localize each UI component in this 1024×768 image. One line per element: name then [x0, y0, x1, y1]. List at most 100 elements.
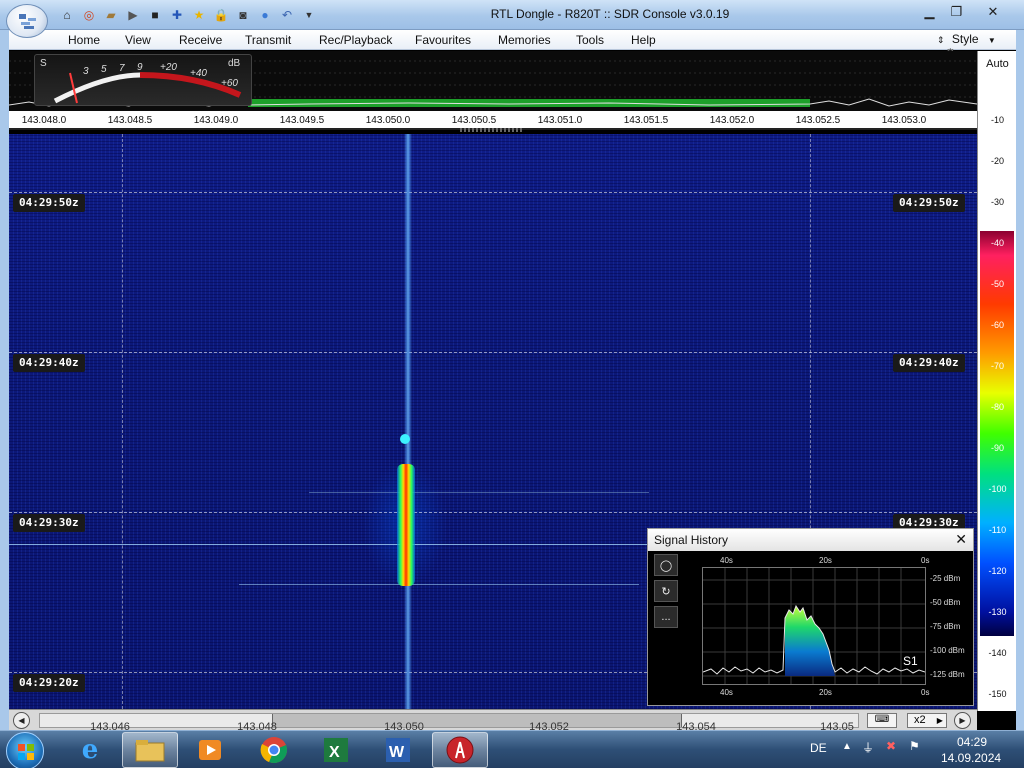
- menu-transmit[interactable]: Transmit: [245, 33, 291, 47]
- freq-tick: 143.050.0: [365, 115, 411, 126]
- minimize-button[interactable]: ▁: [916, 2, 943, 22]
- taskbar-chrome[interactable]: [246, 732, 302, 768]
- time-label-left: 04:29:20z: [13, 674, 85, 692]
- network-disconnected-icon[interactable]: ✖: [886, 739, 896, 753]
- menu-home[interactable]: Home: [68, 33, 100, 47]
- play-icon[interactable]: ▶: [124, 6, 142, 24]
- star-icon[interactable]: ★: [190, 6, 208, 24]
- splitter-grip[interactable]: [460, 128, 524, 132]
- undo-icon[interactable]: ↶: [278, 6, 296, 24]
- refresh-icon: ↻: [661, 585, 671, 598]
- time-label-left: 04:29:50z: [13, 194, 85, 212]
- lock-icon[interactable]: 🔒: [212, 6, 230, 24]
- svg-text:W: W: [389, 744, 405, 761]
- carrier-trace: [404, 134, 412, 709]
- menu-rec-playback[interactable]: Rec/Playback: [319, 33, 392, 47]
- signal-history-panel: Signal History ✕ ◯ ↻ ... 40s 20s 0s S1 -…: [647, 528, 974, 706]
- level-label: -75 dBm: [930, 622, 961, 631]
- tray-date[interactable]: 14.09.2024: [941, 751, 1001, 765]
- action-center-icon[interactable]: ⚑: [909, 739, 920, 753]
- signal-history-more-button[interactable]: ...: [654, 606, 678, 628]
- menu-memories[interactable]: Memories: [498, 33, 551, 47]
- db-label: -140: [988, 648, 1007, 658]
- close-icon[interactable]: ✕: [955, 531, 967, 548]
- signal-history-title: Signal History: [654, 533, 729, 547]
- sdr-console-window: ⌂ ◎ ▰ ▶ ■ ✚ ★ 🔒 ◙ ● ↶ ▼ RTL Dongle - R82…: [0, 0, 1024, 768]
- time-label-bottom: 40s: [720, 688, 733, 697]
- db-label: -150: [988, 689, 1007, 699]
- signal-history-graph: [702, 568, 926, 684]
- db-label: -30: [990, 197, 1004, 207]
- s-unit-label: S1: [903, 654, 918, 668]
- dropdown-arrow-icon: ▼: [987, 36, 996, 45]
- menu-help[interactable]: Help: [631, 33, 656, 47]
- menu-tools[interactable]: Tools: [576, 33, 604, 47]
- db-label: -90: [990, 443, 1004, 453]
- scroll-right-button[interactable]: ▶: [954, 712, 971, 729]
- freq-tick: 143.053.0: [881, 115, 927, 126]
- zoom-next-icon[interactable]: ▶: [937, 716, 943, 725]
- auto-scale-button[interactable]: Auto: [978, 58, 1017, 70]
- taskbar-excel[interactable]: X: [308, 732, 364, 768]
- db-label: -60: [990, 320, 1004, 330]
- freq-tick: 143.049.0: [193, 115, 239, 126]
- db-label: -50: [990, 279, 1004, 289]
- waterfall-gridline: [122, 134, 123, 709]
- s-meter-s-label: S: [40, 58, 47, 69]
- internet-explorer-icon: e: [81, 735, 99, 765]
- menu-view[interactable]: View: [125, 33, 151, 47]
- db-tick-40: +40: [190, 68, 207, 79]
- signal-history-plot: S1: [702, 567, 926, 685]
- maximize-button[interactable]: ❐: [943, 2, 970, 22]
- camera-icon[interactable]: ◙: [234, 6, 252, 24]
- media-player-icon: [199, 740, 221, 760]
- app-menu-icon: [19, 14, 36, 29]
- app-menu-button[interactable]: [6, 4, 48, 38]
- zoom-selector[interactable]: x2 ▶: [907, 713, 947, 728]
- taskbar-media-player[interactable]: [182, 732, 238, 768]
- usb-icon[interactable]: ⏚: [862, 739, 874, 756]
- scrollbar-thumb[interactable]: [272, 714, 682, 727]
- db-scale[interactable]: Auto -10 -20 -30 -40 -50 -60 -70 -80 -90…: [977, 51, 1016, 711]
- home-icon[interactable]: ⌂: [58, 6, 76, 24]
- signal-burst: [397, 464, 415, 586]
- s-meter-unit: dB: [228, 58, 241, 69]
- start-button[interactable]: [6, 732, 44, 768]
- taskbar-sdr-console[interactable]: [432, 732, 488, 768]
- s-meter: S 3 5 7 9 +20 +40 +60 dB: [34, 54, 252, 106]
- spectrum-display[interactable]: S 3 5 7 9 +20 +40 +60 dB: [9, 51, 977, 111]
- keyboard-button[interactable]: ⌨: [867, 713, 897, 728]
- menu-favourites[interactable]: Favourites: [415, 33, 471, 47]
- add-icon[interactable]: ✚: [168, 6, 186, 24]
- close-button[interactable]: ✕: [970, 2, 1016, 22]
- folder-icon[interactable]: ▰: [102, 6, 120, 24]
- chrome-icon: [260, 737, 287, 763]
- signal-history-record-button[interactable]: ◯: [654, 554, 678, 576]
- freq-tick: 143.049.5: [279, 115, 325, 126]
- svg-text:X: X: [329, 744, 340, 761]
- time-label-top: 40s: [720, 556, 733, 565]
- taskbar-internet-explorer[interactable]: e: [62, 732, 118, 768]
- dropdown-icon[interactable]: ▼: [300, 6, 318, 24]
- frequency-scrollbar[interactable]: 143.046 143.048 143.050 143.052 143.054 …: [39, 713, 859, 733]
- waterfall-gridline: [9, 192, 977, 193]
- stop-icon[interactable]: ■: [146, 6, 164, 24]
- language-indicator[interactable]: DE: [810, 741, 827, 755]
- signal-history-reset-button[interactable]: ↻: [654, 580, 678, 602]
- menu-receive[interactable]: Receive: [179, 33, 222, 47]
- lifebuoy-icon[interactable]: ◎: [80, 6, 98, 24]
- updown-icon: ⇕: [937, 35, 945, 45]
- tray-expand-icon[interactable]: ▲: [842, 741, 852, 752]
- sdr-console-icon: [446, 736, 474, 764]
- interference-streak: [309, 492, 649, 493]
- scroll-left-button[interactable]: ◀: [13, 712, 30, 729]
- file-explorer-icon: [135, 740, 165, 762]
- db-label: -80: [990, 402, 1004, 412]
- tray-time[interactable]: 04:29: [957, 735, 987, 749]
- taskbar-file-explorer[interactable]: [122, 732, 178, 768]
- taskbar-word[interactable]: W: [370, 732, 426, 768]
- db-label: -70: [990, 361, 1004, 371]
- drop-icon[interactable]: ●: [256, 6, 274, 24]
- zoom-value: x2: [914, 714, 926, 726]
- level-label: -25 dBm: [930, 574, 961, 583]
